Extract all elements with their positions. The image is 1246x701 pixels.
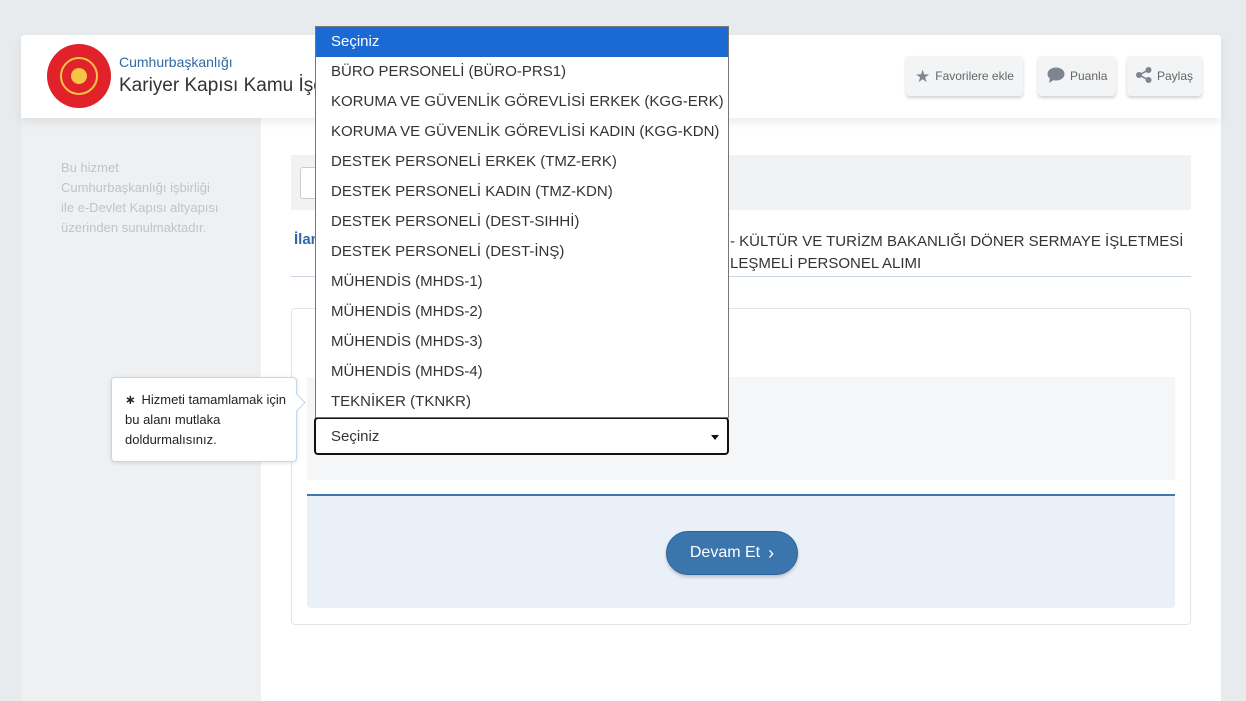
listing-title-line-2: LEŞMELİ PERSONEL ALIMI	[730, 255, 922, 272]
continue-label: Devam Et	[689, 544, 761, 561]
dropdown-option[interactable]: DESTEK PERSONELİ KADIN (TMZ-KDN)	[316, 177, 728, 207]
tooltip-text: Hizmeti tamamlamak için bu alanı mutlaka…	[125, 392, 287, 447]
speech-bubble-icon	[1047, 67, 1065, 86]
rate-label: Puanla	[1070, 69, 1108, 83]
dropdown-option[interactable]: MÜHENDİS (MHDS-2)	[316, 297, 728, 327]
required-star-icon: ∗	[125, 392, 136, 407]
dropdown-option[interactable]: MÜHENDİS (MHDS-1)	[316, 267, 728, 297]
listing-title-line-1: - KÜLTÜR VE TURİZM BAKANLIĞI DÖNER SERMA…	[730, 233, 1184, 250]
listing-title: - KÜLTÜR VE TURİZM BAKANLIĞI DÖNER SERMA…	[730, 231, 1183, 275]
favorites-label: Favorilere ekle	[935, 69, 1014, 83]
star-icon: ★	[915, 66, 931, 86]
dropdown-option[interactable]: MÜHENDİS (MHDS-3)	[316, 327, 728, 357]
position-select[interactable]: Seçiniz	[314, 417, 729, 455]
position-dropdown-list: Seçiniz BÜRO PERSONELİ (BÜRO-PRS1) KORUM…	[315, 26, 729, 418]
share-button[interactable]: Paylaş	[1127, 56, 1203, 96]
favorites-button[interactable]: ★ Favorilere ekle	[906, 56, 1023, 96]
continue-button[interactable]: Devam Et ›	[666, 531, 798, 575]
dropdown-option[interactable]: Seçiniz	[316, 27, 728, 57]
rate-button[interactable]: Puanla	[1038, 56, 1117, 96]
position-select-value: Seçiniz	[331, 427, 380, 445]
brand-title[interactable]: Kariyer Kapısı Kamu İşe	[119, 75, 324, 97]
required-field-tooltip: ∗ Hizmeti tamamlamak için bu alanı mutla…	[111, 377, 297, 462]
dropdown-option[interactable]: DESTEK PERSONELİ (DEST-İNŞ)	[316, 237, 728, 267]
share-icon	[1136, 66, 1152, 86]
presidency-seal-logo[interactable]	[47, 44, 111, 108]
share-label: Paylaş	[1157, 69, 1194, 83]
brand-subtitle[interactable]: Cumhurbaşkanlığı	[119, 54, 233, 70]
chevron-right-icon: ›	[768, 542, 775, 563]
dropdown-option[interactable]: KORUMA VE GÜVENLİK GÖREVLİSİ KADIN (KGG-…	[316, 117, 728, 147]
dropdown-option[interactable]: BÜRO PERSONELİ (BÜRO-PRS1)	[316, 57, 728, 87]
dropdown-option[interactable]: KORUMA VE GÜVENLİK GÖREVLİSİ ERKEK (KGG-…	[316, 87, 728, 117]
caret-down-icon	[711, 435, 719, 440]
sidebar-info-text: Bu hizmet Cumhurbaşkanlığı işbirliği ile…	[61, 160, 219, 235]
dropdown-option[interactable]: TEKNİKER (TKNKR)	[316, 387, 728, 417]
dropdown-option[interactable]: DESTEK PERSONELİ (DEST-SIHHİ)	[316, 207, 728, 237]
dropdown-option[interactable]: MÜHENDİS (MHDS-4)	[316, 357, 728, 387]
dropdown-option[interactable]: DESTEK PERSONELİ ERKEK (TMZ-ERK)	[316, 147, 728, 177]
